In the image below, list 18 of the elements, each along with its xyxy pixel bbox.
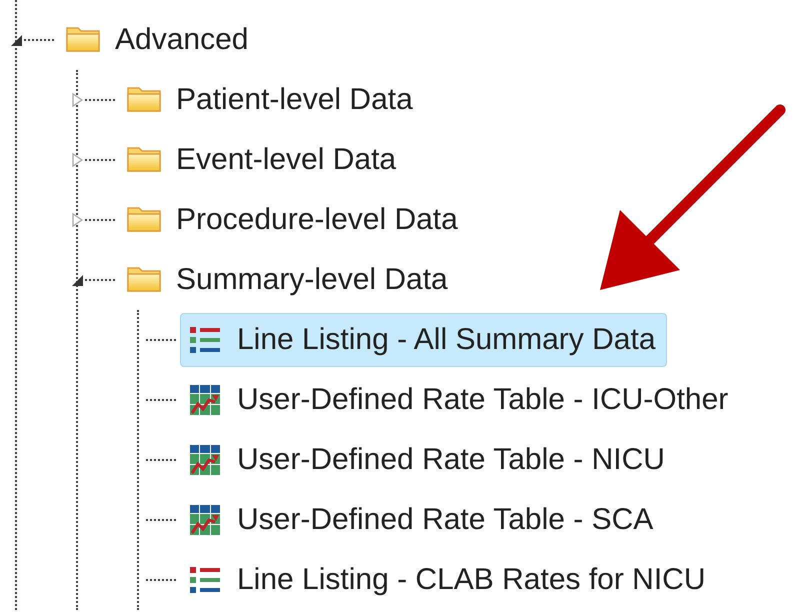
chart-table-icon: [187, 442, 223, 478]
tree-item[interactable]: Advanced: [58, 13, 260, 67]
chart-table-icon: [187, 382, 223, 418]
tree-item[interactable]: Summary-level Data: [119, 253, 459, 307]
collapse-toggle-icon[interactable]: [70, 273, 84, 287]
tree-item[interactable]: Line Listing - All Summary Data: [180, 313, 667, 367]
tree-item[interactable]: User-Defined Rate Table - SCA: [180, 493, 664, 547]
chart-table-icon: [187, 502, 223, 538]
tree-item[interactable]: Patient-level Data: [119, 73, 424, 127]
expand-toggle-icon[interactable]: [70, 153, 84, 167]
tree-item[interactable]: User-Defined Rate Table - ICU-Other: [180, 373, 740, 427]
collapse-toggle-icon[interactable]: [9, 33, 23, 47]
expand-toggle-icon[interactable]: [70, 213, 84, 227]
expand-toggle-icon[interactable]: [70, 93, 84, 107]
tree-item[interactable]: Event-level Data: [119, 133, 408, 187]
tree-item[interactable]: User-Defined Rate Table - NICU: [180, 433, 676, 487]
tree-item[interactable]: Line Listing - CLAB Rates for NICU: [180, 553, 717, 607]
tree-item[interactable]: Procedure-level Data: [119, 193, 469, 247]
